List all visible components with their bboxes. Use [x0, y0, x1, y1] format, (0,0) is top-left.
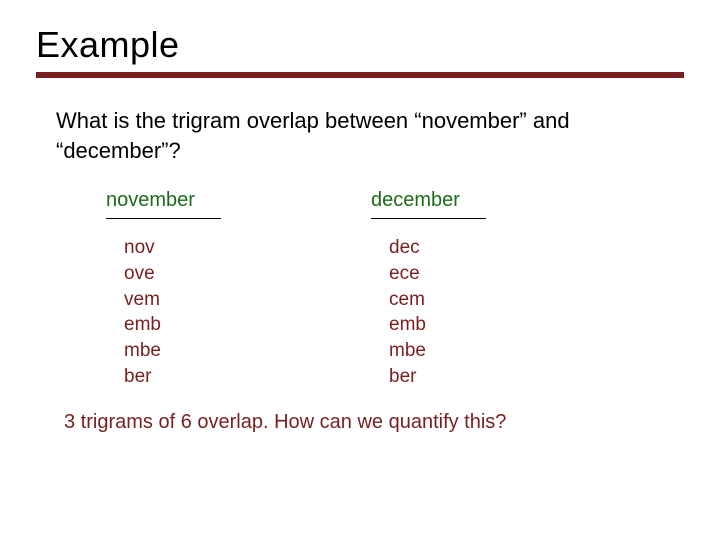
- trigram: nov: [124, 235, 161, 261]
- column-november: november nov ove vem emb mbe ber: [106, 189, 221, 389]
- column-rule: [371, 218, 486, 219]
- trigram: mbe: [389, 338, 426, 364]
- question-text: What is the trigram overlap between “nov…: [56, 106, 636, 165]
- trigram: ber: [124, 364, 161, 390]
- column-head: december: [371, 189, 460, 212]
- column-rule: [106, 218, 221, 219]
- footer-text: 3 trigrams of 6 overlap. How can we quan…: [64, 411, 684, 434]
- slide: Example What is the trigram overlap betw…: [0, 0, 720, 540]
- columns: november nov ove vem emb mbe ber decembe…: [106, 189, 684, 389]
- column-head: november: [106, 189, 195, 212]
- title-rule: [36, 72, 684, 78]
- trigram-list: dec ece cem emb mbe ber: [389, 235, 426, 389]
- column-december: december dec ece cem emb mbe ber: [371, 189, 486, 389]
- trigram: dec: [389, 235, 426, 261]
- trigram: cem: [389, 287, 426, 313]
- trigram: mbe: [124, 338, 161, 364]
- trigram: vem: [124, 287, 161, 313]
- trigram: emb: [389, 312, 426, 338]
- trigram-list: nov ove vem emb mbe ber: [124, 235, 161, 389]
- trigram: ece: [389, 261, 426, 287]
- trigram: ove: [124, 261, 161, 287]
- trigram: ber: [389, 364, 426, 390]
- trigram: emb: [124, 312, 161, 338]
- slide-title: Example: [36, 24, 684, 66]
